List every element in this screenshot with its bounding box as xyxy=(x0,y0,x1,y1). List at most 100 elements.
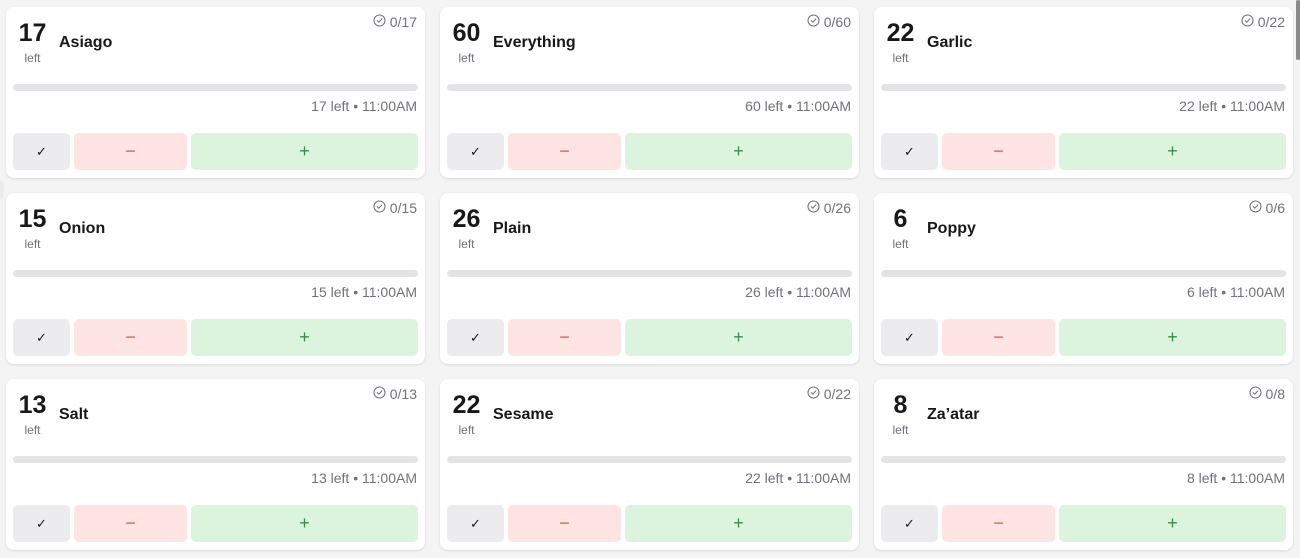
decrement-button[interactable]: − xyxy=(74,505,187,542)
remaining-label: left xyxy=(24,51,41,65)
check-icon: ✓ xyxy=(36,143,47,159)
increment-button[interactable]: + xyxy=(1059,319,1286,356)
completed-count: 0/26 xyxy=(807,200,851,216)
remaining-count: 13 left xyxy=(16,391,49,437)
increment-button[interactable]: + xyxy=(1059,505,1286,542)
mark-done-button[interactable]: ✓ xyxy=(881,133,938,170)
minus-icon: − xyxy=(559,141,570,161)
decrement-button[interactable]: − xyxy=(942,319,1055,356)
decrement-button[interactable]: − xyxy=(508,505,621,542)
item-card: 8 left Za’atar 0/8 8 left • 11:00AM ✓ − … xyxy=(874,379,1293,550)
increment-button[interactable]: + xyxy=(625,319,852,356)
plus-icon: + xyxy=(299,141,310,161)
minus-icon: − xyxy=(993,513,1004,533)
mark-done-button[interactable]: ✓ xyxy=(881,319,938,356)
check-icon: ✓ xyxy=(904,515,915,531)
check-circle-icon xyxy=(1241,14,1254,30)
remaining-label: left xyxy=(24,423,41,437)
item-name: Garlic xyxy=(927,34,973,51)
mark-done-button[interactable]: ✓ xyxy=(447,133,504,170)
increment-button[interactable]: + xyxy=(1059,133,1286,170)
plus-icon: + xyxy=(299,327,310,347)
item-card: 22 left Sesame 0/22 22 left • 11:00AM ✓ … xyxy=(440,379,859,550)
mark-done-button[interactable]: ✓ xyxy=(881,505,938,542)
completed-fraction: 0/13 xyxy=(389,386,417,402)
remaining-label: left xyxy=(458,237,475,251)
status-text: 60 left • 11:00AM xyxy=(745,98,851,114)
mark-done-button[interactable]: ✓ xyxy=(447,505,504,542)
check-icon: ✓ xyxy=(36,329,47,345)
plus-icon: + xyxy=(733,327,744,347)
status-text: 8 left • 11:00AM xyxy=(1186,470,1285,486)
increment-button[interactable]: + xyxy=(191,505,418,542)
decrement-button[interactable]: − xyxy=(74,133,187,170)
increment-button[interactable]: + xyxy=(625,505,852,542)
remaining-number: 8 xyxy=(893,391,908,419)
check-icon: ✓ xyxy=(470,329,481,345)
progress-bar xyxy=(13,456,418,463)
completed-count: 0/6 xyxy=(1248,200,1285,216)
item-name: Za’atar xyxy=(927,406,980,423)
completed-fraction: 0/26 xyxy=(823,200,851,216)
remaining-count: 26 left xyxy=(450,205,483,251)
plus-icon: + xyxy=(733,141,744,161)
decrement-button[interactable]: − xyxy=(942,505,1055,542)
plus-icon: + xyxy=(1167,513,1178,533)
increment-button[interactable]: + xyxy=(625,133,852,170)
progress-bar xyxy=(13,270,418,277)
remaining-number: 22 xyxy=(452,391,481,419)
check-circle-icon xyxy=(373,200,386,216)
item-card: 60 left Everything 0/60 60 left • 11:00A… xyxy=(440,7,859,178)
remaining-count: 15 left xyxy=(16,205,49,251)
remaining-number: 26 xyxy=(452,205,481,233)
completed-fraction: 0/8 xyxy=(1265,386,1285,402)
plus-icon: + xyxy=(299,513,310,533)
completed-fraction: 0/15 xyxy=(389,200,417,216)
decrement-button[interactable]: − xyxy=(74,319,187,356)
item-name: Plain xyxy=(493,220,532,237)
item-name: Onion xyxy=(59,220,106,237)
check-icon: ✓ xyxy=(904,143,915,159)
minus-icon: − xyxy=(993,141,1004,161)
remaining-count: 8 left xyxy=(884,391,917,437)
scrollbar[interactable] xyxy=(1296,0,1300,558)
check-circle-icon xyxy=(807,14,820,30)
scrollbar-thumb[interactable] xyxy=(1296,0,1300,60)
remaining-label: left xyxy=(892,51,909,65)
minus-icon: − xyxy=(125,327,136,347)
remaining-count: 17 left xyxy=(16,19,49,65)
status-text: 22 left • 11:00AM xyxy=(745,470,851,486)
completed-fraction: 0/22 xyxy=(823,386,851,402)
mark-done-button[interactable]: ✓ xyxy=(13,505,70,542)
check-circle-icon xyxy=(1248,200,1262,216)
remaining-count: 6 left xyxy=(884,205,917,251)
action-row: ✓ − + xyxy=(881,133,1286,170)
mark-done-button[interactable]: ✓ xyxy=(13,319,70,356)
mark-done-button[interactable]: ✓ xyxy=(13,133,70,170)
remaining-label: left xyxy=(892,423,909,437)
status-text: 26 left • 11:00AM xyxy=(745,284,851,300)
progress-bar xyxy=(881,456,1286,463)
completed-count: 0/8 xyxy=(1248,386,1285,402)
mark-done-button[interactable]: ✓ xyxy=(447,319,504,356)
decrement-button[interactable]: − xyxy=(508,133,621,170)
increment-button[interactable]: + xyxy=(191,319,418,356)
status-text: 17 left • 11:00AM xyxy=(311,98,417,114)
status-text: 15 left • 11:00AM xyxy=(311,284,417,300)
minus-icon: − xyxy=(559,513,570,533)
completed-fraction: 0/6 xyxy=(1265,200,1285,216)
plus-icon: + xyxy=(1167,141,1178,161)
completed-fraction: 0/60 xyxy=(823,14,851,30)
minus-icon: − xyxy=(993,327,1004,347)
item-name: Poppy xyxy=(927,220,976,237)
action-row: ✓ − + xyxy=(447,133,852,170)
item-card: 13 left Salt 0/13 13 left • 11:00AM ✓ − … xyxy=(6,379,425,550)
status-text: 6 left • 11:00AM xyxy=(1186,284,1285,300)
side-panel-handle[interactable] xyxy=(0,180,4,200)
remaining-number: 13 xyxy=(18,391,47,419)
remaining-label: left xyxy=(458,51,475,65)
increment-button[interactable]: + xyxy=(191,133,418,170)
decrement-button[interactable]: − xyxy=(942,133,1055,170)
decrement-button[interactable]: − xyxy=(508,319,621,356)
progress-bar xyxy=(881,84,1286,91)
